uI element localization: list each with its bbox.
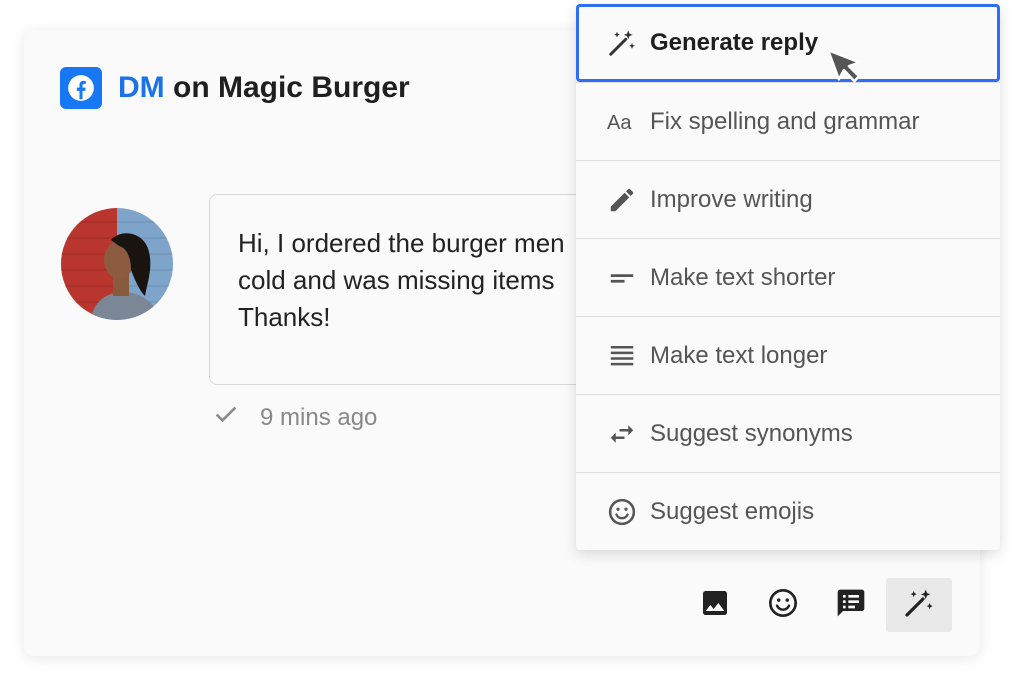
ai-assist-icon bbox=[903, 587, 935, 624]
page-title: DM on Magic Burger bbox=[118, 71, 410, 105]
avatar bbox=[61, 208, 173, 320]
menu-item-make-shorter[interactable]: Make text shorter bbox=[576, 238, 1000, 316]
menu-item-label: Fix spelling and grammar bbox=[650, 107, 920, 135]
menu-item-label: Generate reply bbox=[650, 29, 819, 56]
saved-reply-icon bbox=[835, 587, 867, 624]
message-line: Hi, I ordered the burger men bbox=[238, 228, 565, 258]
menu-item-label: Improve writing bbox=[650, 185, 813, 213]
svg-text:Aa: Aa bbox=[607, 112, 632, 134]
message-timestamp: 9 mins ago bbox=[260, 403, 378, 431]
composer-toolbar bbox=[680, 578, 952, 632]
menu-item-suggest-synonyms[interactable]: Suggest synonyms bbox=[576, 394, 1000, 472]
facebook-icon bbox=[60, 67, 102, 109]
menu-item-make-longer[interactable]: Make text longer bbox=[576, 316, 1000, 394]
insert-image-button[interactable] bbox=[682, 578, 748, 632]
mouse-pointer-icon bbox=[826, 42, 874, 88]
ai-assist-menu: Generate reply Aa Fix spelling and gramm… bbox=[576, 4, 1000, 550]
message-meta: 9 mins ago bbox=[212, 400, 377, 435]
menu-item-improve-writing[interactable]: Improve writing bbox=[576, 160, 1000, 238]
insert-emoji-button[interactable] bbox=[750, 578, 816, 632]
menu-item-generate-reply[interactable]: Generate reply bbox=[576, 4, 1000, 82]
sparkle-icon bbox=[606, 27, 638, 59]
ai-assist-button[interactable] bbox=[886, 578, 952, 632]
swap-arrows-icon bbox=[606, 418, 638, 450]
channel-label: DM bbox=[118, 71, 165, 104]
pencil-icon bbox=[606, 184, 638, 216]
message-line: cold and was missing items bbox=[238, 265, 555, 295]
menu-item-label: Suggest synonyms bbox=[650, 419, 853, 447]
saved-replies-button[interactable] bbox=[818, 578, 884, 632]
check-icon bbox=[212, 400, 240, 435]
message-bubble: Hi, I ordered the burger men cold and wa… bbox=[209, 194, 589, 385]
menu-item-label: Make text longer bbox=[650, 341, 828, 369]
menu-item-fix-spelling[interactable]: Aa Fix spelling and grammar bbox=[576, 82, 1000, 160]
long-text-icon bbox=[606, 340, 638, 372]
menu-item-label: Make text shorter bbox=[650, 263, 836, 291]
menu-item-suggest-emojis[interactable]: Suggest emojis bbox=[576, 472, 1000, 550]
title-text: on Magic Burger bbox=[164, 71, 410, 104]
smiley-icon bbox=[606, 496, 638, 528]
emoji-icon bbox=[767, 587, 799, 624]
image-icon bbox=[699, 587, 731, 624]
short-text-icon bbox=[606, 262, 638, 294]
text-format-icon: Aa bbox=[606, 106, 638, 138]
message-line: Thanks! bbox=[238, 302, 331, 332]
conversation-header: DM on Magic Burger bbox=[60, 67, 410, 109]
menu-item-label: Suggest emojis bbox=[650, 497, 815, 525]
